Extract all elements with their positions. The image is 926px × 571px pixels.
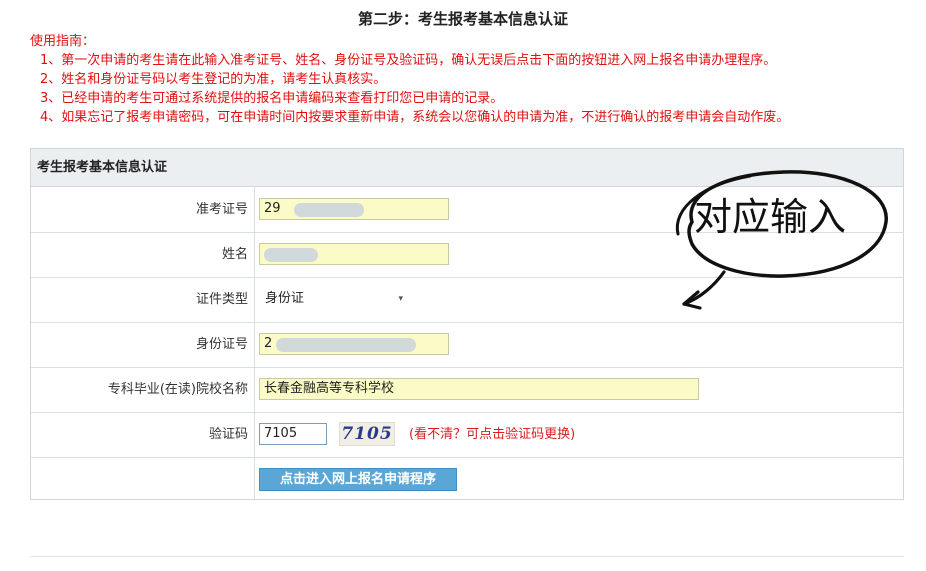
id-type-label: 证件类型 bbox=[31, 277, 255, 322]
captcha-input[interactable]: 7105 bbox=[259, 423, 327, 445]
captcha-value: 7105 bbox=[264, 426, 298, 441]
captcha-hint: (看不清？可点击验证码更换) bbox=[409, 427, 576, 442]
usage-guide: 使用指南： 1、第一次申请的考生请在此输入准考证号、姓名、身份证号及验证码，确认… bbox=[30, 32, 910, 127]
captcha-image[interactable]: 7105 bbox=[339, 422, 395, 446]
guide-item: 1、第一次申请的考生请在此输入准考证号、姓名、身份证号及验证码，确认无误后点击下… bbox=[40, 53, 777, 68]
guide-item: 3、已经申请的考生可通过系统提供的报名申请编码来查看打印您已申请的记录。 bbox=[40, 91, 504, 106]
school-input[interactable]: 长春金融高等专科学校 bbox=[259, 378, 699, 400]
row-submit: 点击进入网上报名申请程序 bbox=[31, 457, 903, 499]
id-number-input[interactable]: 2 bbox=[259, 333, 449, 355]
dropdown-arrow-icon: ▾ bbox=[398, 294, 403, 304]
guide-item: 4、如果忘记了报考申请密码，可在申请时间内按要求重新申请，系统会以您确认的申请为… bbox=[40, 110, 790, 125]
id-number-label: 身份证号 bbox=[31, 322, 255, 367]
row-id-number: 身份证号 2 bbox=[31, 322, 903, 368]
annotation-text: 对应输入 bbox=[694, 195, 847, 239]
blur-mask bbox=[294, 203, 364, 217]
id-number-value: 2 bbox=[264, 336, 273, 351]
id-type-value: 身份证 bbox=[265, 291, 305, 306]
name-label: 姓名 bbox=[31, 232, 255, 277]
name-input[interactable] bbox=[259, 243, 449, 265]
guide-title: 使用指南： bbox=[30, 34, 96, 49]
row-school: 专科毕业(在读)院校名称 长春金融高等专科学校 bbox=[31, 367, 903, 413]
annotation-bubble: 对应输入 bbox=[664, 164, 894, 316]
divider bbox=[30, 556, 904, 557]
exam-id-value: 29 bbox=[264, 201, 281, 216]
exam-id-input[interactable]: 29 bbox=[259, 198, 449, 220]
school-label: 专科毕业(在读)院校名称 bbox=[31, 367, 255, 412]
id-type-select[interactable]: 身份证 ▾ bbox=[259, 288, 409, 310]
page-title: 第二步：考生报考基本信息认证 bbox=[357, 10, 568, 28]
row-captcha: 验证码 7105 7105 (看不清？可点击验证码更换) bbox=[31, 412, 903, 458]
guide-item: 2、姓名和身份证号码以考生登记的为准，请考生认真核实。 bbox=[40, 72, 387, 87]
submit-label-cell bbox=[31, 457, 255, 499]
blur-mask bbox=[264, 248, 318, 262]
captcha-label: 验证码 bbox=[31, 412, 255, 457]
exam-id-label: 准考证号 bbox=[31, 187, 255, 232]
blur-mask bbox=[276, 338, 416, 352]
submit-button[interactable]: 点击进入网上报名申请程序 bbox=[259, 468, 457, 491]
school-value: 长春金融高等专科学校 bbox=[264, 381, 395, 396]
